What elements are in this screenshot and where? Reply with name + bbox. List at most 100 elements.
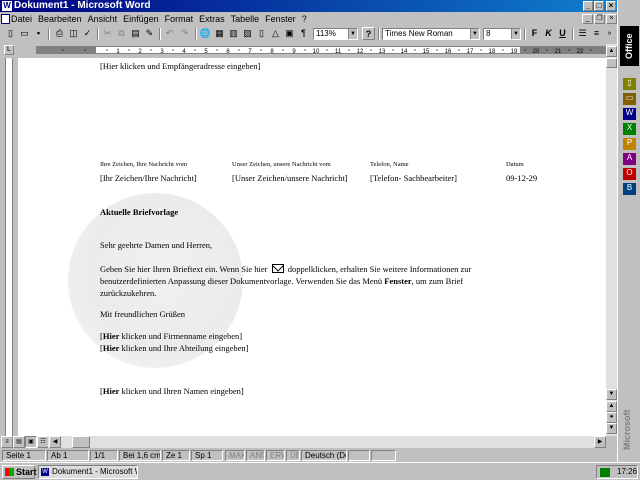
name-placeholder[interactable]: [Hier klicken und Ihren Namen eingeben] [100,386,244,397]
powerpoint-icon[interactable]: P [623,138,636,150]
open-folder-icon[interactable]: ▭ [18,27,31,40]
format-painter-icon[interactable]: ✎ [143,27,156,40]
status-extend[interactable]: ERW [266,450,285,461]
toolbar-more-icon[interactable]: » [603,27,616,40]
menu-fenster[interactable]: Fenster [262,13,299,25]
zoom-combo[interactable]: 113% ▼ [313,28,358,40]
status-macro-record[interactable]: MAK [225,450,245,461]
help-button[interactable]: ? [362,27,375,40]
drawing-icon[interactable]: △ [269,27,282,40]
spelling-icon[interactable]: ✓ [81,27,94,40]
undo-icon[interactable]: ↶ [163,27,176,40]
doc-restore-button[interactable]: ❐ [594,14,605,24]
print-preview-icon[interactable]: ◫ [67,27,80,40]
minimize-button[interactable]: _ [583,1,593,11]
ref-value-phone[interactable]: [Telefon- Sachbearbeiter] [370,173,457,184]
ruler-number: 19 [511,49,518,55]
status-language[interactable]: Deutsch (De [301,450,347,461]
online-view-icon[interactable]: ▤ [13,436,25,448]
tray-icon[interactable] [600,468,610,477]
scroll-left-icon[interactable]: ◀ [49,436,61,448]
department-placeholder[interactable]: [Hier klicken und Ihre Abteilung eingebe… [100,343,249,354]
font-size-value: 8 [486,29,491,38]
access-icon[interactable]: A [623,153,636,165]
toolbar-separator [524,28,526,40]
company-placeholder[interactable]: [Hier klicken und Firmenname eingeben] [100,331,242,342]
menu-extras[interactable]: Extras [196,13,228,25]
next-page-icon[interactable]: ▼ [606,423,617,434]
maximize-button[interactable]: □ [594,1,604,11]
document-page[interactable]: [Hier klicken und Empfängeradresse einge… [18,58,606,436]
taskbar-word-button[interactable]: W Dokument1 - Microsoft Word [38,465,138,479]
show-hide-icon[interactable]: ¶ [297,27,310,40]
vertical-ruler[interactable] [0,58,18,436]
vertical-ruler-strip [5,58,13,436]
ref-value-your-ref[interactable]: [Ihr Zeichen/Ihre Nachricht] [100,173,197,184]
horizontal-scroll-track[interactable] [48,436,606,448]
scroll-right-icon[interactable]: ▶ [594,436,606,448]
font-combo[interactable]: Times New Roman ▼ [382,28,480,40]
doc-close-button[interactable]: × [606,14,617,24]
scroll-down-icon[interactable]: ▼ [606,389,617,400]
ruler-number: 11 [335,49,342,55]
italic-button[interactable]: K [542,27,555,40]
excel-icon[interactable]: X [623,123,636,135]
copy-icon[interactable]: ⧉ [115,27,128,40]
tables-borders-icon[interactable]: ▦ [213,27,226,40]
save-icon[interactable]: ▪ [32,27,45,40]
start-button[interactable]: Start [2,465,37,479]
menu-bearbeiten[interactable]: Bearbeiten [35,13,85,25]
status-overtype[interactable]: ÜB [286,450,300,461]
menu-ansicht[interactable]: Ansicht [85,13,121,25]
word-app-icon[interactable]: W [2,1,12,11]
chevron-down-icon[interactable]: ▼ [470,29,479,39]
align-center-icon[interactable]: ≡ [590,27,603,40]
word-icon[interactable]: W [623,108,636,120]
document-map-icon[interactable]: ▣ [283,27,296,40]
status-track-changes[interactable]: AND [246,450,265,461]
hyperlink-icon[interactable]: 🌐 [199,27,212,40]
new-document-icon[interactable]: ▯ [4,27,17,40]
menu-datei[interactable]: Datei [8,13,35,25]
outlook-icon[interactable]: O [623,168,636,180]
open-office-document-icon[interactable]: ▭ [623,93,636,105]
menu-einfuegen[interactable]: Einfügen [120,13,162,25]
bold-button[interactable]: F [528,27,541,40]
scrollbar-thumb[interactable] [606,58,617,68]
close-button[interactable]: × [606,1,616,11]
insert-table-icon[interactable]: ▥ [227,27,240,40]
browse-object-icon[interactable]: ● [606,412,617,423]
paste-icon[interactable]: ▤ [129,27,142,40]
menu-tabelle[interactable]: Tabelle [228,13,263,25]
print-icon[interactable]: ⎙ [53,27,66,40]
redo-icon[interactable]: ↷ [178,27,191,40]
scroll-up-icon[interactable]: ▲ [606,46,617,57]
columns-icon[interactable]: ▯ [255,27,268,40]
ref-value-our-ref[interactable]: [Unser Zeichen/unsere Nachricht] [232,173,348,184]
status-spelling-indicator[interactable] [348,450,370,461]
align-left-icon[interactable]: ☰ [576,27,589,40]
chevron-down-icon[interactable]: ▼ [348,29,357,39]
menu-help[interactable]: ? [299,13,310,25]
menu-format[interactable]: Format [162,13,197,25]
new-office-document-icon[interactable]: ▯ [623,78,636,90]
font-size-combo[interactable]: 8 ▼ [483,28,521,40]
underline-button[interactable]: U [556,27,569,40]
page-layout-view-icon[interactable]: ▣ [25,436,37,448]
clock[interactable]: 17:26 [617,467,637,476]
chevron-down-icon[interactable]: ▼ [511,29,520,39]
office-logo[interactable]: Office [620,26,639,66]
cut-icon[interactable]: ✂ [101,27,114,40]
horizontal-ruler[interactable]: L 1 2 3 4 5 6 7 8 9 10 11 12 13 14 15 16 17 18 19 20 21 22 [0,44,617,56]
doc-minimize-button[interactable]: _ [582,14,593,24]
recipient-placeholder[interactable]: [Hier klicken und Empfängeradresse einge… [100,61,261,72]
insert-excel-icon[interactable]: ▧ [241,27,254,40]
word-icon: W [41,468,49,476]
envelope-icon[interactable] [271,264,284,273]
horizontal-scrollbar-thumb[interactable] [72,436,90,448]
previous-page-icon[interactable]: ▲ [606,401,617,412]
ref-value-date[interactable]: 09-12-29 [506,173,537,184]
binder-icon[interactable]: B [623,183,636,195]
vertical-scrollbar[interactable]: ▲ ▼ ▲ ● ▼ [606,44,617,436]
normal-view-icon[interactable]: ≡ [1,436,13,448]
